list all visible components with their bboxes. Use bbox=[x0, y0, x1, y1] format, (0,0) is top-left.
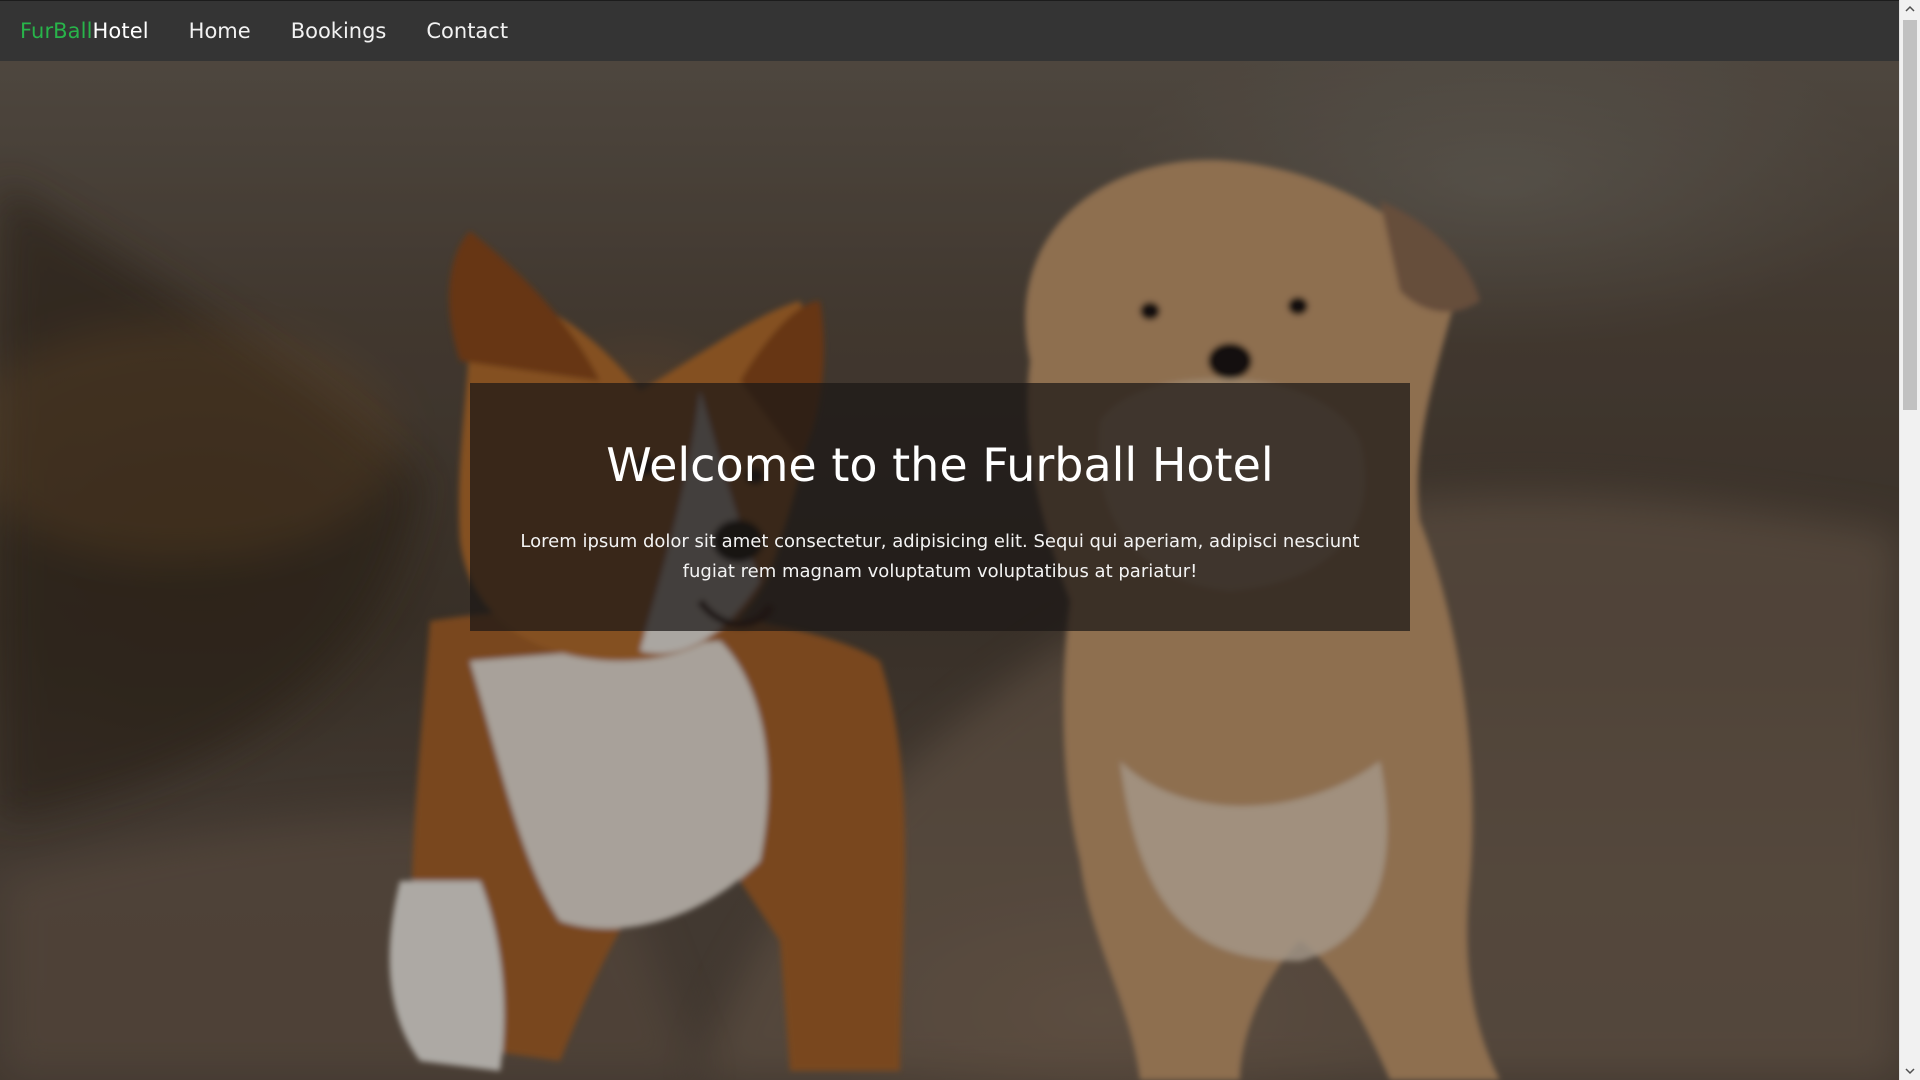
navbar: FurBallHotel Home Bookings Contact bbox=[0, 0, 1899, 61]
scrollbar-thumb[interactable] bbox=[1903, 20, 1917, 410]
brand-logo-link[interactable]: FurBallHotel bbox=[20, 19, 149, 43]
nav-link-bookings[interactable]: Bookings bbox=[291, 19, 387, 43]
nav-link-contact[interactable]: Contact bbox=[426, 19, 508, 43]
chevron-down-icon bbox=[1905, 1068, 1915, 1075]
scroll-down-button[interactable] bbox=[1900, 1063, 1920, 1080]
scroll-up-button[interactable] bbox=[1900, 0, 1920, 17]
chevron-up-icon bbox=[1905, 5, 1915, 12]
page-scrollbar[interactable] bbox=[1899, 0, 1920, 1080]
page: FurBallHotel Home Bookings Contact Welco… bbox=[0, 0, 1899, 1080]
welcome-box: Welcome to the Furball Hotel Lorem ipsum… bbox=[470, 383, 1410, 631]
brand-accent-text: FurBall bbox=[20, 19, 93, 43]
welcome-title: Welcome to the Furball Hotel bbox=[606, 438, 1274, 492]
nav-link-home[interactable]: Home bbox=[189, 19, 251, 43]
welcome-text: Lorem ipsum dolor sit amet consectetur, … bbox=[520, 531, 1360, 582]
brand-rest-text: Hotel bbox=[92, 19, 149, 43]
